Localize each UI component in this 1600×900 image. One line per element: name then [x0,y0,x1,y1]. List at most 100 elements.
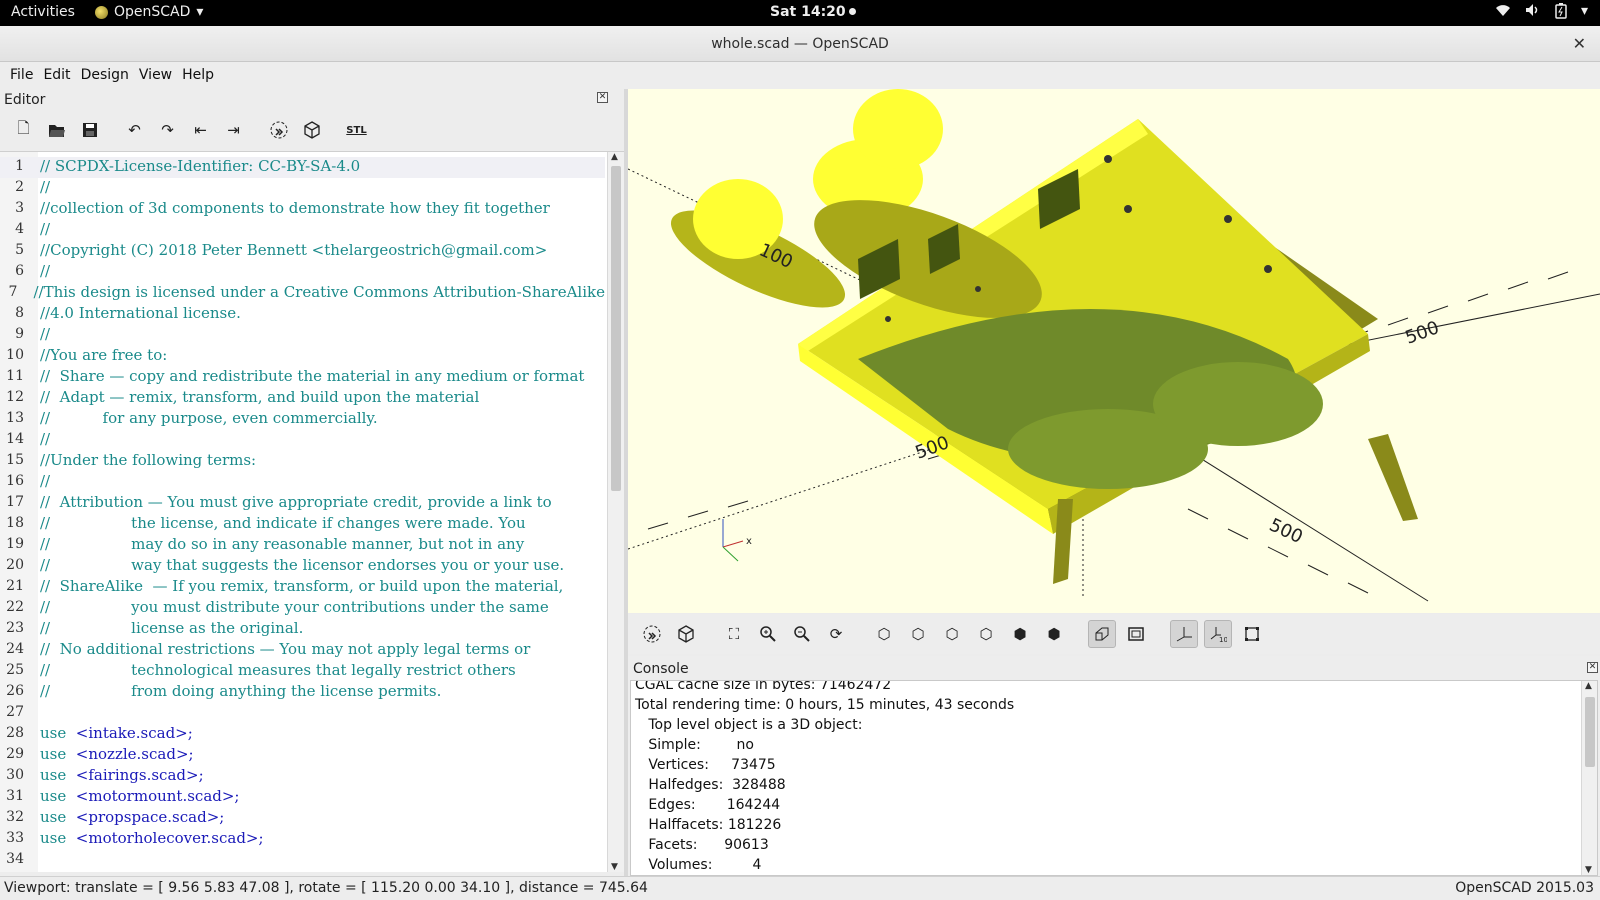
code-line[interactable]: 6 // [0,262,605,283]
view-right-icon[interactable]: ⬡ [870,620,898,648]
zoom-in-icon[interactable] [754,620,782,648]
view-back-icon[interactable]: ⬢ [1040,620,1068,648]
code-line[interactable]: 13 // for any purpose, even commercially. [0,409,605,430]
3d-viewport[interactable]: 500 100 500 500 x [628,89,1600,613]
code-line[interactable]: 27 [0,703,605,724]
view-all-icon[interactable]: ⛶ [720,620,748,648]
code-line[interactable]: 34 [0,850,605,871]
code-line[interactable]: 12 // Adapt — remix, transform, and build… [0,388,605,409]
line-number: 14 [6,431,24,447]
code-line[interactable]: 7 //This design is licensed under a Creat… [0,283,605,304]
editor-dock-close-button[interactable]: ✕ [597,92,608,103]
scroll-up-icon[interactable]: ▲ [611,152,618,162]
menu-edit[interactable]: Edit [38,62,75,89]
code-line[interactable]: 26 // from doing anything the license per… [0,682,605,703]
code-line[interactable]: 25 // technological measures that legally… [0,661,605,682]
code-include-path: <nozzle.scad>; [75,745,194,763]
line-number: 13 [6,410,24,426]
perspective-icon[interactable] [1088,620,1116,648]
menu-bar: File Edit Design View Help [0,62,1600,89]
view-left-icon[interactable]: ⬡ [972,620,1000,648]
code-line[interactable]: 24 // No additional restrictions — You ma… [0,640,605,661]
show-edges-icon[interactable] [1238,620,1266,648]
line-number: 9 [15,326,24,342]
code-line[interactable]: 10 //You are free to: [0,346,605,367]
app-menu[interactable]: OpenSCAD ▾ [95,4,203,20]
view-front-icon[interactable]: ⬢ [1006,620,1034,648]
code-line[interactable]: 22 // you must distribute your contributi… [0,598,605,619]
clock[interactable]: Sat 14:20 [770,4,856,20]
code-line[interactable]: 20 // way that suggests the licensor endo… [0,556,605,577]
view-bottom-icon[interactable]: ⬡ [938,620,966,648]
clock-label: Sat 14:20 [770,4,846,20]
code-line[interactable]: 18 // the license, and indicate if change… [0,514,605,535]
axis-scale-label-500-y: 500 [1266,514,1306,548]
zoom-out-icon[interactable] [788,620,816,648]
code-line[interactable]: 11 // Share — copy and redistribute the m… [0,367,605,388]
code-include-path: <motorholecover.scad>; [75,829,264,847]
menu-view[interactable]: View [134,62,177,89]
menu-help[interactable]: Help [177,62,219,89]
render-icon[interactable] [298,117,325,144]
code-line[interactable]: 23 // license as the original. [0,619,605,640]
code-line[interactable]: 3 //collection of 3d components to demons… [0,199,605,220]
preview-icon[interactable] [265,117,292,144]
code-line[interactable]: 29 use <nozzle.scad>; [0,745,605,766]
line-number: 23 [6,620,24,636]
console-output[interactable]: CGAL cache size in bytes: 71462472 Total … [630,680,1598,876]
reset-view-icon[interactable]: ⟳ [822,620,850,648]
code-line[interactable]: 21 // ShareAlike — If you remix, transfor… [0,577,605,598]
window-close-button[interactable]: ✕ [1573,34,1586,53]
system-top-bar: Activities OpenSCAD ▾ Sat 14:20 ▾ [0,0,1600,26]
code-line[interactable]: 15 //Under the following terms: [0,451,605,472]
system-tray[interactable]: ▾ [1495,3,1588,23]
console-scroll-thumb[interactable] [1585,697,1595,767]
line-number: 8 [15,305,24,321]
save-icon[interactable] [76,117,103,144]
view-top-icon[interactable]: ⬡ [904,620,932,648]
show-scale-markers-icon[interactable]: 10 [1204,620,1232,648]
code-line[interactable]: 4 // [0,220,605,241]
console-scrollbar[interactable]: ▲ ▼ [1581,681,1597,875]
code-line[interactable]: 32 use <propspace.scad>; [0,808,605,829]
code-line[interactable]: 14 // [0,430,605,451]
editor-scrollbar[interactable]: ▲ ▼ [607,152,624,872]
preview-icon[interactable] [638,620,666,648]
unindent-icon[interactable]: ⇤ [187,117,214,144]
code-line[interactable]: 1 // SCPDX-License-Identifier: CC-BY-SA-4… [0,157,605,178]
code-line[interactable]: 19 // may do so in any reasonable manner,… [0,535,605,556]
scroll-up-icon[interactable]: ▲ [1585,681,1592,691]
orthogonal-icon[interactable] [1122,620,1150,648]
scroll-down-icon[interactable]: ▼ [611,862,618,872]
code-line[interactable]: 33 use <motorholecover.scad>; [0,829,605,850]
code-line[interactable]: 28 use <intake.scad>; [0,724,605,745]
code-line[interactable]: 16 // [0,472,605,493]
line-number: 15 [6,452,24,468]
show-axes-icon[interactable] [1170,620,1198,648]
scroll-down-icon[interactable]: ▼ [1585,865,1592,875]
code-line[interactable]: 35module setup(){ [0,871,605,872]
code-editor[interactable]: 1 // SCPDX-License-Identifier: CC-BY-SA-4… [0,151,624,872]
code-line[interactable]: 31 use <motormount.scad>; [0,787,605,808]
export-stl-icon[interactable]: STL [343,117,370,144]
code-line[interactable]: 17 // Attribution — You must give appropr… [0,493,605,514]
code-line[interactable]: 9 // [0,325,605,346]
code-line[interactable]: 8 //4.0 International license. [0,304,605,325]
code-line-text: //This design is licensed under a Creati… [33,283,605,301]
indent-icon[interactable]: ⇥ [220,117,247,144]
console-dock-close-button[interactable]: ✕ [1587,662,1598,673]
menu-design[interactable]: Design [76,62,134,89]
new-file-icon[interactable]: 🗋 [10,117,37,144]
render-icon[interactable] [672,620,700,648]
menu-file[interactable]: File [5,62,38,89]
redo-icon[interactable]: ↷ [154,117,181,144]
code-line[interactable]: 5 //Copyright (C) 2018 Peter Bennett <the… [0,241,605,262]
open-file-icon[interactable] [43,117,70,144]
undo-icon[interactable]: ↶ [121,117,148,144]
code-line[interactable]: 2 // [0,178,605,199]
code-line[interactable]: 30 use <fairings.scad>; [0,766,605,787]
code-line-text: // way that suggests the licensor endors… [40,556,565,574]
editor-scroll-thumb[interactable] [611,166,621,491]
line-number: 33 [6,830,24,846]
activities-button[interactable]: Activities [11,4,75,20]
